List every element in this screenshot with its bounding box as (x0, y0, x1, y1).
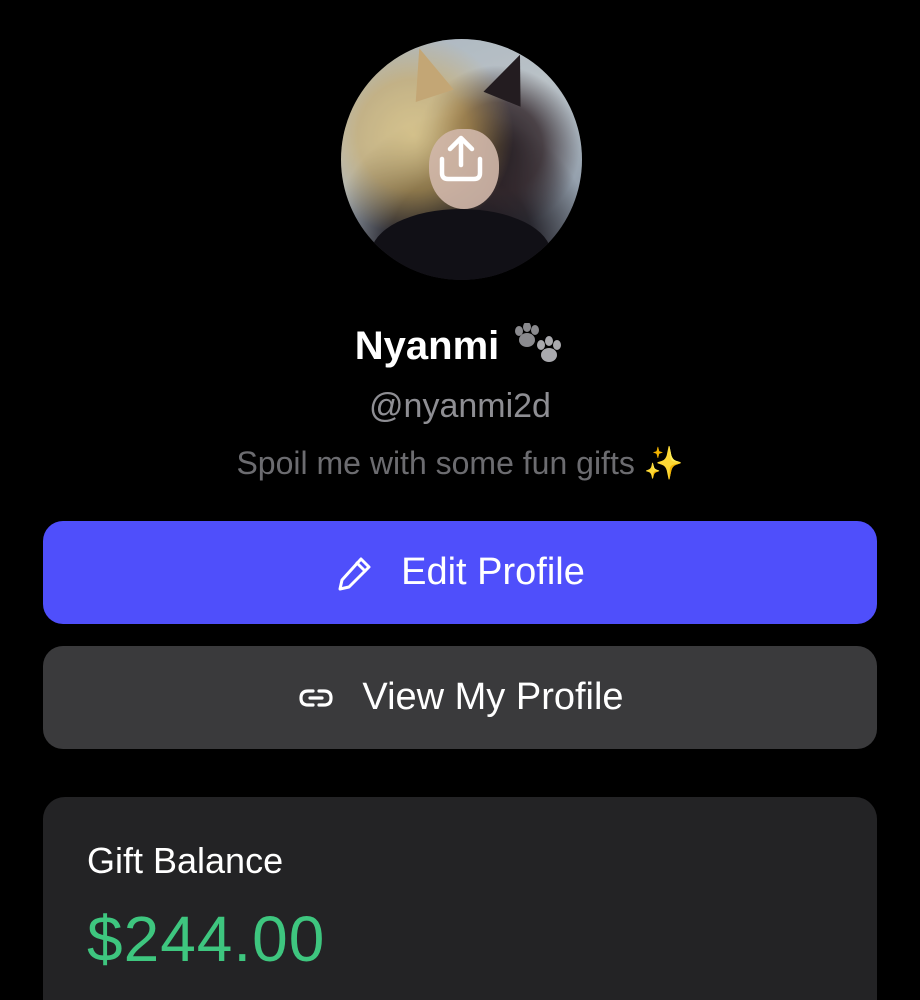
profile-name-row: Nyanmi (0, 318, 920, 374)
edit-profile-button[interactable]: Edit Profile (43, 521, 877, 624)
profile-bio: Spoil me with some fun gifts ✨ (0, 440, 920, 486)
bio-text: Spoil me with some fun gifts (236, 445, 635, 481)
paw-prints-icon (515, 323, 562, 362)
gift-balance-amount: $244.00 (87, 903, 326, 975)
profile-handle: @nyanmi2d (369, 387, 551, 425)
view-my-profile-label: View My Profile (362, 676, 624, 718)
gift-balance-card: Gift Balance $244.00 (43, 797, 877, 1000)
upload-icon[interactable] (435, 133, 487, 185)
link-icon (299, 688, 334, 707)
sparkles-emoji: ✨ (643, 445, 684, 481)
gift-balance-title: Gift Balance (87, 840, 284, 881)
profile-page: Nyanmi @nyanmi2d Spoil me with some fun … (0, 0, 920, 1000)
pencil-icon (338, 557, 371, 590)
edit-profile-label: Edit Profile (401, 551, 585, 593)
profile-avatar[interactable] (341, 39, 582, 280)
display-name: Nyanmi (354, 324, 500, 368)
view-my-profile-button[interactable]: View My Profile (43, 646, 877, 749)
